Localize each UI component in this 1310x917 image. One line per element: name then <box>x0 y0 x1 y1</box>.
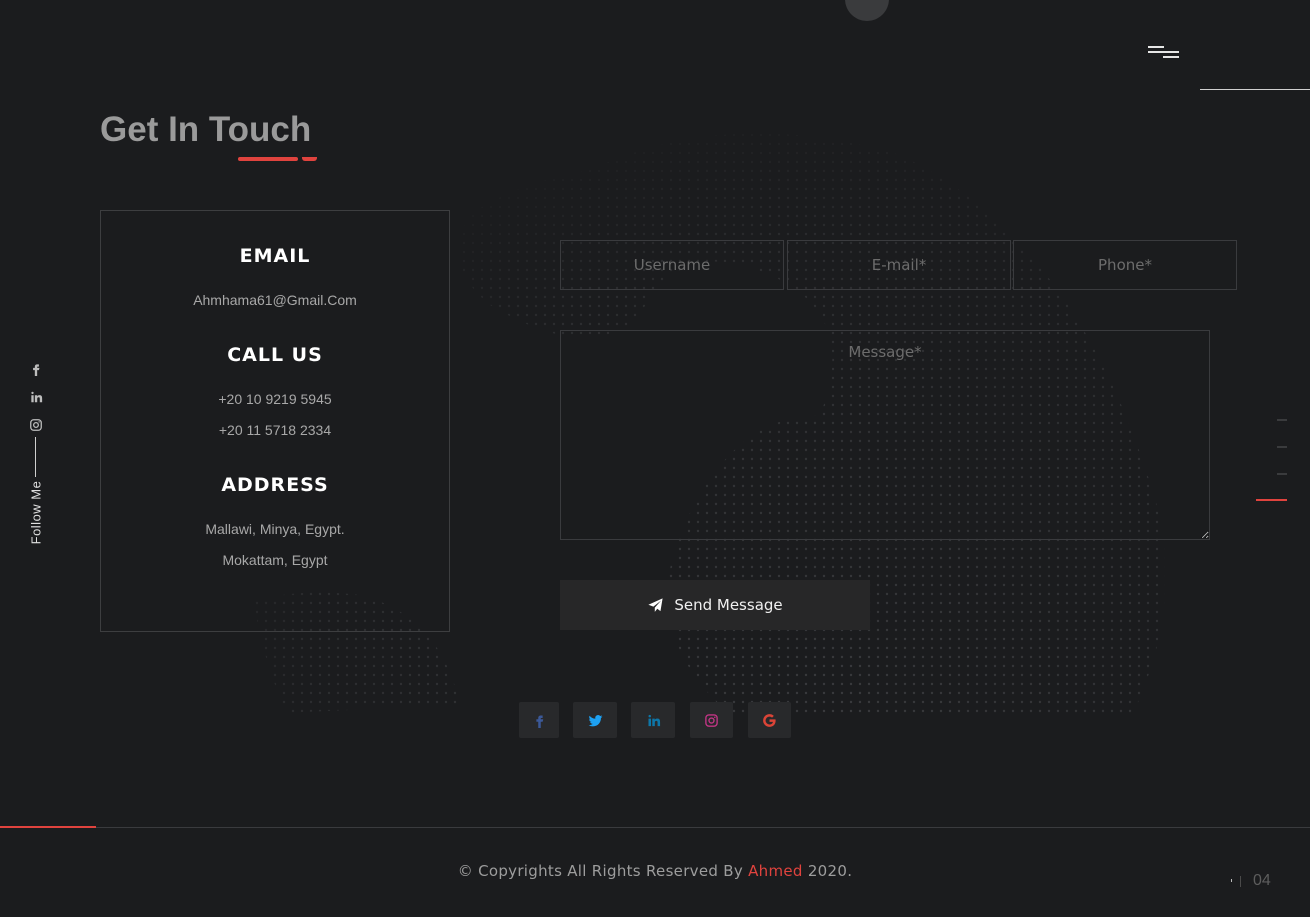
facebook-button[interactable] <box>519 702 559 738</box>
twitter-button[interactable] <box>573 702 617 738</box>
footer-divider <box>0 827 1310 828</box>
copyright-author[interactable]: Ahmed <box>748 862 803 880</box>
copyright-year: 2020. <box>807 862 853 880</box>
page-indicator-dot <box>1231 879 1232 882</box>
linkedin-icon <box>648 714 660 726</box>
section-nav-dot-active[interactable] <box>1256 499 1287 501</box>
contact-info-box: EMAIL Ahmhama61@Gmail.Com CALL US +20 10… <box>100 210 450 632</box>
send-message-label: Send Message <box>674 596 783 614</box>
google-icon <box>763 713 776 727</box>
instagram-icon[interactable] <box>29 418 43 432</box>
title-underline <box>238 157 298 161</box>
follow-line <box>35 437 36 477</box>
phone-1: +20 10 9219 5945 <box>218 391 332 407</box>
address-1: Mallawi, Minya, Egypt. <box>205 521 345 537</box>
phone-2: +20 11 5718 2334 <box>218 422 332 438</box>
email-heading: EMAIL <box>239 245 311 267</box>
section-nav-dot[interactable] <box>1277 446 1287 448</box>
section-nav-dot[interactable] <box>1277 473 1287 475</box>
email-value: Ahmhama61@Gmail.Com <box>193 292 357 308</box>
copyright-prefix: © Copyrights All Rights Reserved By <box>457 862 744 880</box>
page-number: 04 <box>1253 872 1271 889</box>
facebook-icon <box>535 715 543 728</box>
instagram-button[interactable] <box>690 702 733 738</box>
call-heading: CALL US <box>227 344 323 366</box>
address-heading: ADDRESS <box>221 474 329 496</box>
copyright-text: © Copyrights All Rights Reserved By Ahme… <box>0 862 1310 880</box>
google-button[interactable] <box>748 702 791 738</box>
phone-input[interactable] <box>1013 240 1237 290</box>
hamburger-icon[interactable] <box>1148 44 1180 62</box>
top-decor-circle <box>845 0 889 21</box>
section-title: Get In Touch <box>100 110 312 149</box>
section-nav-dot[interactable] <box>1277 419 1287 421</box>
facebook-icon[interactable] <box>29 362 43 376</box>
linkedin-button[interactable] <box>631 702 675 738</box>
footer-progress-accent <box>0 826 96 828</box>
twitter-icon <box>588 714 602 726</box>
linkedin-icon[interactable] <box>29 390 43 404</box>
instagram-icon <box>705 713 718 727</box>
page-indicator-separator <box>1240 876 1241 887</box>
paper-plane-icon <box>648 597 663 612</box>
follow-me-label: Follow Me <box>28 480 44 545</box>
email-input[interactable] <box>787 240 1011 290</box>
top-divider <box>1200 89 1310 90</box>
message-textarea[interactable] <box>560 330 1210 540</box>
send-message-button[interactable]: Send Message <box>560 580 870 630</box>
title-underline-accent <box>302 157 317 161</box>
address-2: Mokattam, Egypt <box>222 552 328 568</box>
username-input[interactable] <box>560 240 784 290</box>
